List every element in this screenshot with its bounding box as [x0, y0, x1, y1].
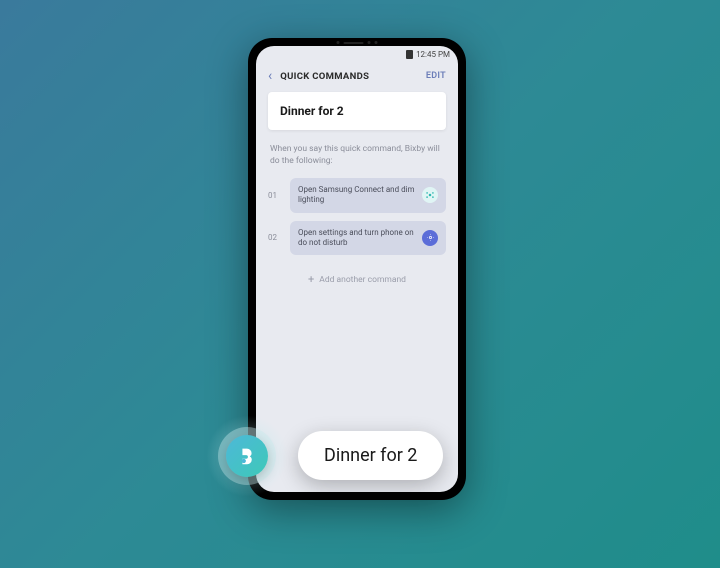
command-row: 01 Open Samsung Connect and dim lighting: [268, 178, 446, 213]
command-name-card[interactable]: Dinner for 2: [268, 92, 446, 130]
back-icon[interactable]: ‹: [268, 68, 272, 84]
add-command-button[interactable]: + Add another command: [268, 263, 446, 296]
add-command-label: Add another command: [319, 275, 406, 285]
command-row: 02 Open settings and turn phone on do no…: [268, 221, 446, 256]
command-text: Open settings and turn phone on do not d…: [298, 228, 416, 249]
status-bar: 12:45 PM: [256, 46, 458, 60]
instruction-text: When you say this quick command, Bixby w…: [268, 144, 446, 168]
bixby-badge: [206, 415, 288, 497]
command-number: 01: [268, 191, 282, 200]
samsung-connect-icon: [422, 187, 438, 203]
status-time: 12:45 PM: [416, 50, 450, 59]
command-name-title: Dinner for 2: [280, 104, 434, 118]
command-item[interactable]: Open Samsung Connect and dim lighting: [290, 178, 446, 213]
settings-icon: [422, 230, 438, 246]
bixby-icon: [226, 435, 268, 477]
edit-button[interactable]: EDIT: [426, 71, 446, 81]
speech-text: Dinner for 2: [324, 445, 417, 466]
command-number: 02: [268, 233, 282, 242]
speech-bubble: Dinner for 2: [298, 431, 443, 480]
command-item[interactable]: Open settings and turn phone on do not d…: [290, 221, 446, 256]
content-area: Dinner for 2 When you say this quick com…: [256, 92, 458, 296]
plus-icon: +: [308, 273, 314, 286]
battery-icon: [406, 50, 413, 59]
phone-speaker: [337, 41, 378, 44]
command-text: Open Samsung Connect and dim lighting: [298, 185, 416, 206]
page-title: QUICK COMMANDS: [280, 71, 369, 82]
nav-header: ‹ QUICK COMMANDS EDIT: [256, 60, 458, 92]
